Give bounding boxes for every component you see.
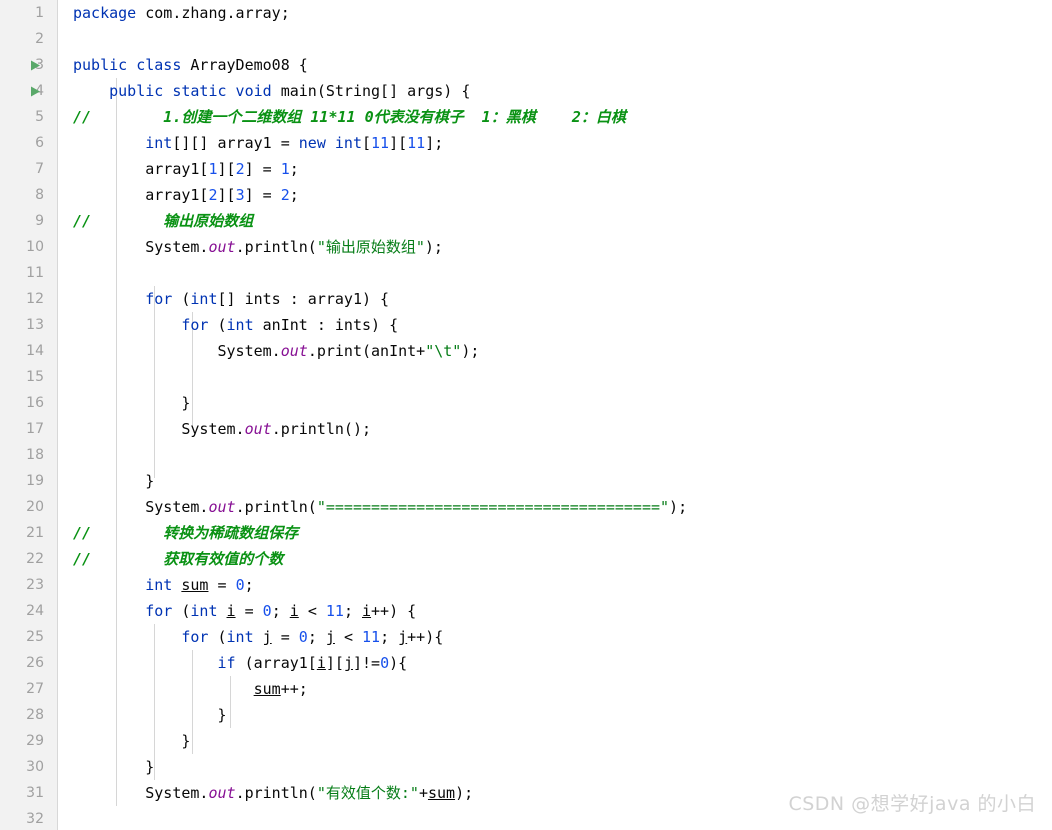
- code-line[interactable]: // 1.创建一个二维数组 11*11 0代表没有棋子 1：黑棋 2：白棋: [58, 104, 1052, 130]
- line-number: 6: [35, 135, 44, 151]
- code-line[interactable]: // 获取有效值的个数: [58, 546, 1052, 572]
- code-line[interactable]: for (int[] ints : array1) {: [58, 286, 1052, 312]
- line-number: 25: [26, 629, 44, 645]
- code-line[interactable]: [58, 26, 1052, 52]
- line-number: 9: [35, 213, 44, 229]
- code-line[interactable]: }: [58, 702, 1052, 728]
- line-number: 5: [35, 109, 44, 125]
- code-line[interactable]: array1[2][3] = 2;: [58, 182, 1052, 208]
- code-line[interactable]: int sum = 0;: [58, 572, 1052, 598]
- code-line[interactable]: System.out.println();: [58, 416, 1052, 442]
- run-triangle-icon[interactable]: [30, 78, 44, 104]
- code-text-area[interactable]: package com.zhang.array; public class Ar…: [58, 0, 1052, 830]
- code-line[interactable]: for (int i = 0; i < 11; i++) {: [58, 598, 1052, 624]
- code-line[interactable]: if (array1[i][j]!=0){: [58, 650, 1052, 676]
- code-line[interactable]: }: [58, 468, 1052, 494]
- line-number: 24: [26, 603, 44, 619]
- line-number: 13: [26, 317, 44, 333]
- editor-gutter[interactable]: 1 2 3 4 5 6 7 8 9 10 11 12 13 14 15 16 1…: [0, 0, 58, 830]
- line-number: 11: [26, 265, 44, 281]
- watermark: CSDN @想学好java 的小白: [788, 793, 1036, 815]
- code-line[interactable]: int[][] array1 = new int[11][11];: [58, 130, 1052, 156]
- line-number: 29: [26, 733, 44, 749]
- line-number: 22: [26, 551, 44, 567]
- code-line[interactable]: public static void main(String[] args) {: [58, 78, 1052, 104]
- code-line[interactable]: System.out.println("输出原始数组");: [58, 234, 1052, 260]
- code-line[interactable]: package com.zhang.array;: [58, 0, 1052, 26]
- code-line[interactable]: }: [58, 754, 1052, 780]
- line-number: 2: [35, 31, 44, 47]
- line-number: 28: [26, 707, 44, 723]
- line-number: 8: [35, 187, 44, 203]
- line-number: 10: [26, 239, 44, 255]
- code-line[interactable]: // 输出原始数组: [58, 208, 1052, 234]
- code-line[interactable]: for (int anInt : ints) {: [58, 312, 1052, 338]
- line-number: 14: [26, 343, 44, 359]
- code-line[interactable]: array1[1][2] = 1;: [58, 156, 1052, 182]
- line-number: 23: [26, 577, 44, 593]
- line-number: 12: [26, 291, 44, 307]
- code-line[interactable]: [58, 442, 1052, 468]
- line-number: 18: [26, 447, 44, 463]
- line-number: 27: [26, 681, 44, 697]
- line-number: 19: [26, 473, 44, 489]
- code-editor[interactable]: 1 2 3 4 5 6 7 8 9 10 11 12 13 14 15 16 1…: [0, 0, 1052, 830]
- line-number: 26: [26, 655, 44, 671]
- code-line[interactable]: [58, 364, 1052, 390]
- code-line[interactable]: // 转换为稀疏数组保存: [58, 520, 1052, 546]
- code-line[interactable]: }: [58, 728, 1052, 754]
- code-line[interactable]: public class ArrayDemo08 {: [58, 52, 1052, 78]
- line-number: 17: [26, 421, 44, 437]
- line-number: 16: [26, 395, 44, 411]
- line-number: 30: [26, 759, 44, 775]
- code-line[interactable]: for (int j = 0; j < 11; j++){: [58, 624, 1052, 650]
- run-triangle-icon[interactable]: [30, 52, 44, 78]
- line-number: 21: [26, 525, 44, 541]
- line-number: 20: [26, 499, 44, 515]
- line-number: 1: [35, 5, 44, 21]
- line-number: 7: [35, 161, 44, 177]
- line-number: 31: [26, 785, 44, 801]
- code-line[interactable]: [58, 260, 1052, 286]
- code-line[interactable]: System.out.println("====================…: [58, 494, 1052, 520]
- line-number: 15: [26, 369, 44, 385]
- code-line[interactable]: sum++;: [58, 676, 1052, 702]
- line-number: 32: [26, 811, 44, 827]
- code-line[interactable]: System.out.print(anInt+"\t");: [58, 338, 1052, 364]
- code-line[interactable]: }: [58, 390, 1052, 416]
